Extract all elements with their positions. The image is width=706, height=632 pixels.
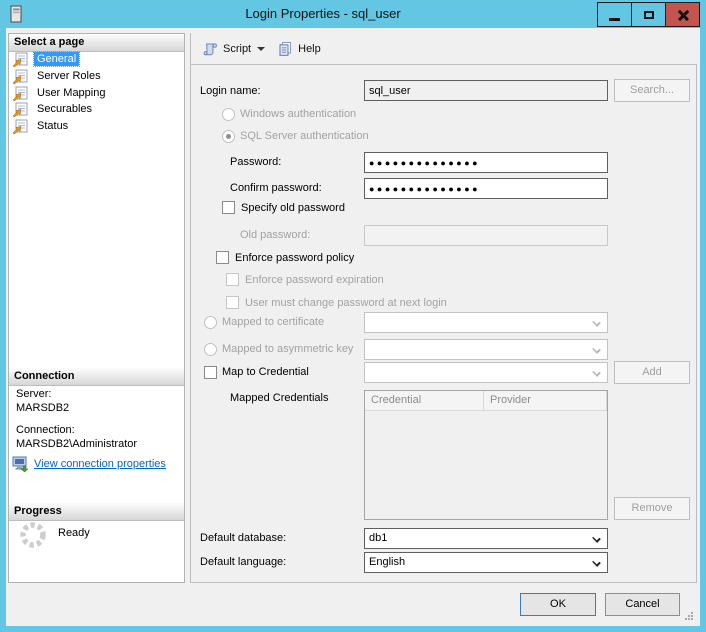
titlebar[interactable]: Login Properties - sql_user — [0, 0, 706, 28]
specify-old-password-label: Specify old password — [241, 201, 345, 215]
sidebar-item-label: User Mapping — [34, 86, 108, 100]
script-scroll-icon — [202, 41, 218, 57]
sidebar-item-securables[interactable]: Securables — [12, 101, 95, 117]
maximize-icon — [644, 11, 654, 19]
sidebar-item-label: General — [34, 52, 79, 66]
script-label: Script — [223, 43, 251, 55]
resize-grip[interactable] — [683, 610, 694, 621]
enforce-policy-checkbox[interactable] — [216, 251, 229, 264]
credential-column-header[interactable]: Credential — [365, 391, 484, 411]
specify-old-password-checkbox[interactable] — [222, 201, 235, 214]
view-connection-properties[interactable]: View connection properties — [12, 456, 166, 472]
sidebar-item-label: Server Roles — [34, 69, 104, 83]
maximize-button[interactable] — [631, 2, 666, 27]
progress-status: Ready — [58, 527, 90, 539]
sidebar-item-label: Status — [34, 119, 71, 133]
add-button[interactable]: Add — [614, 361, 690, 384]
page-properties-icon — [12, 102, 29, 117]
login-name-input[interactable] — [364, 80, 608, 101]
chevron-down-icon — [592, 368, 601, 377]
sidebar-item-label: Securables — [34, 102, 95, 116]
enforce-policy-label: Enforce password policy — [235, 251, 354, 265]
progress-header: Progress — [9, 503, 184, 521]
connection-label: Connection: — [16, 424, 75, 436]
connection-value: MARSDB2\Administrator — [16, 438, 137, 450]
page-properties-icon — [12, 86, 29, 101]
help-label: Help — [298, 43, 321, 55]
mapped-credentials-label: Mapped Credentials — [230, 391, 328, 405]
window-title: Login Properties - sql_user — [60, 0, 586, 28]
toolbar: Script Help — [190, 33, 697, 64]
help-button[interactable]: Help — [272, 38, 326, 60]
asymmetric-key-combo[interactable] — [364, 339, 608, 360]
must-change-password-checkbox[interactable] — [226, 296, 239, 309]
default-database-value: db1 — [369, 532, 387, 544]
sidebar-item-general[interactable]: General — [12, 51, 79, 67]
provider-column-header[interactable]: Provider — [484, 391, 607, 411]
chevron-down-icon — [592, 345, 601, 354]
server-label: Server: — [16, 388, 51, 400]
windows-auth-label: Windows authentication — [240, 107, 356, 121]
map-credential-label: Map to Credential — [222, 365, 309, 379]
default-language-value: English — [369, 556, 405, 568]
default-database-combo[interactable]: db1 — [364, 528, 608, 549]
help-icon — [277, 41, 293, 57]
sidebar-item-user-mapping[interactable]: User Mapping — [12, 85, 108, 101]
select-a-page-header: Select a page — [9, 34, 184, 52]
close-button[interactable] — [665, 2, 700, 27]
password-label: Password: — [230, 155, 281, 169]
login-name-label: Login name: — [200, 84, 261, 98]
map-credential-checkbox[interactable] — [204, 366, 217, 379]
windows-auth-radio[interactable] — [222, 108, 235, 121]
page-properties-icon — [12, 119, 29, 134]
confirm-password-input[interactable]: ●●●●●●●●●●●●●● — [364, 178, 608, 199]
server-icon — [10, 5, 23, 23]
chevron-down-icon — [592, 558, 601, 567]
chevron-down-icon — [257, 47, 265, 51]
default-database-label: Default database: — [200, 531, 286, 545]
page-properties-icon — [12, 52, 29, 67]
minimize-button[interactable] — [597, 2, 632, 27]
progress-spinner-icon — [18, 520, 48, 550]
sidebar-item-server-roles[interactable]: Server Roles — [12, 68, 104, 84]
connection-properties-icon — [12, 456, 29, 472]
cancel-button[interactable]: Cancel — [605, 593, 680, 616]
login-properties-window: Login Properties - sql_user Select a pag… — [0, 0, 706, 632]
certificate-combo[interactable] — [364, 312, 608, 333]
search-button[interactable]: Search... — [614, 79, 690, 102]
chevron-down-icon — [592, 534, 601, 543]
default-language-combo[interactable]: English — [364, 552, 608, 573]
mapped-certificate-radio[interactable] — [204, 316, 217, 329]
sql-auth-label: SQL Server authentication — [240, 129, 369, 143]
enforce-expiration-label: Enforce password expiration — [245, 273, 384, 287]
enforce-expiration-checkbox[interactable] — [226, 273, 239, 286]
view-connection-properties-link[interactable]: View connection properties — [34, 458, 166, 470]
server-value: MARSDB2 — [16, 402, 69, 414]
sidebar-item-status[interactable]: Status — [12, 118, 71, 134]
old-password-label: Old password: — [240, 228, 310, 242]
must-change-password-label: User must change password at next login — [245, 296, 447, 310]
page-properties-icon — [12, 69, 29, 84]
mapped-asymmetric-label: Mapped to asymmetric key — [222, 342, 353, 356]
minimize-icon — [609, 18, 620, 21]
password-input[interactable]: ●●●●●●●●●●●●●● — [364, 152, 608, 173]
remove-button[interactable]: Remove — [614, 497, 690, 520]
mapped-certificate-label: Mapped to certificate — [222, 315, 324, 329]
credential-combo[interactable] — [364, 362, 608, 383]
ok-button[interactable]: OK — [520, 593, 596, 616]
sql-auth-radio[interactable] — [222, 130, 235, 143]
script-button[interactable]: Script — [197, 38, 270, 60]
default-language-label: Default language: — [200, 555, 286, 569]
old-password-input[interactable] — [364, 225, 608, 246]
confirm-password-label: Confirm password: — [230, 181, 322, 195]
chevron-down-icon — [592, 318, 601, 327]
mapped-asymmetric-radio[interactable] — [204, 343, 217, 356]
connection-header: Connection — [9, 368, 184, 386]
